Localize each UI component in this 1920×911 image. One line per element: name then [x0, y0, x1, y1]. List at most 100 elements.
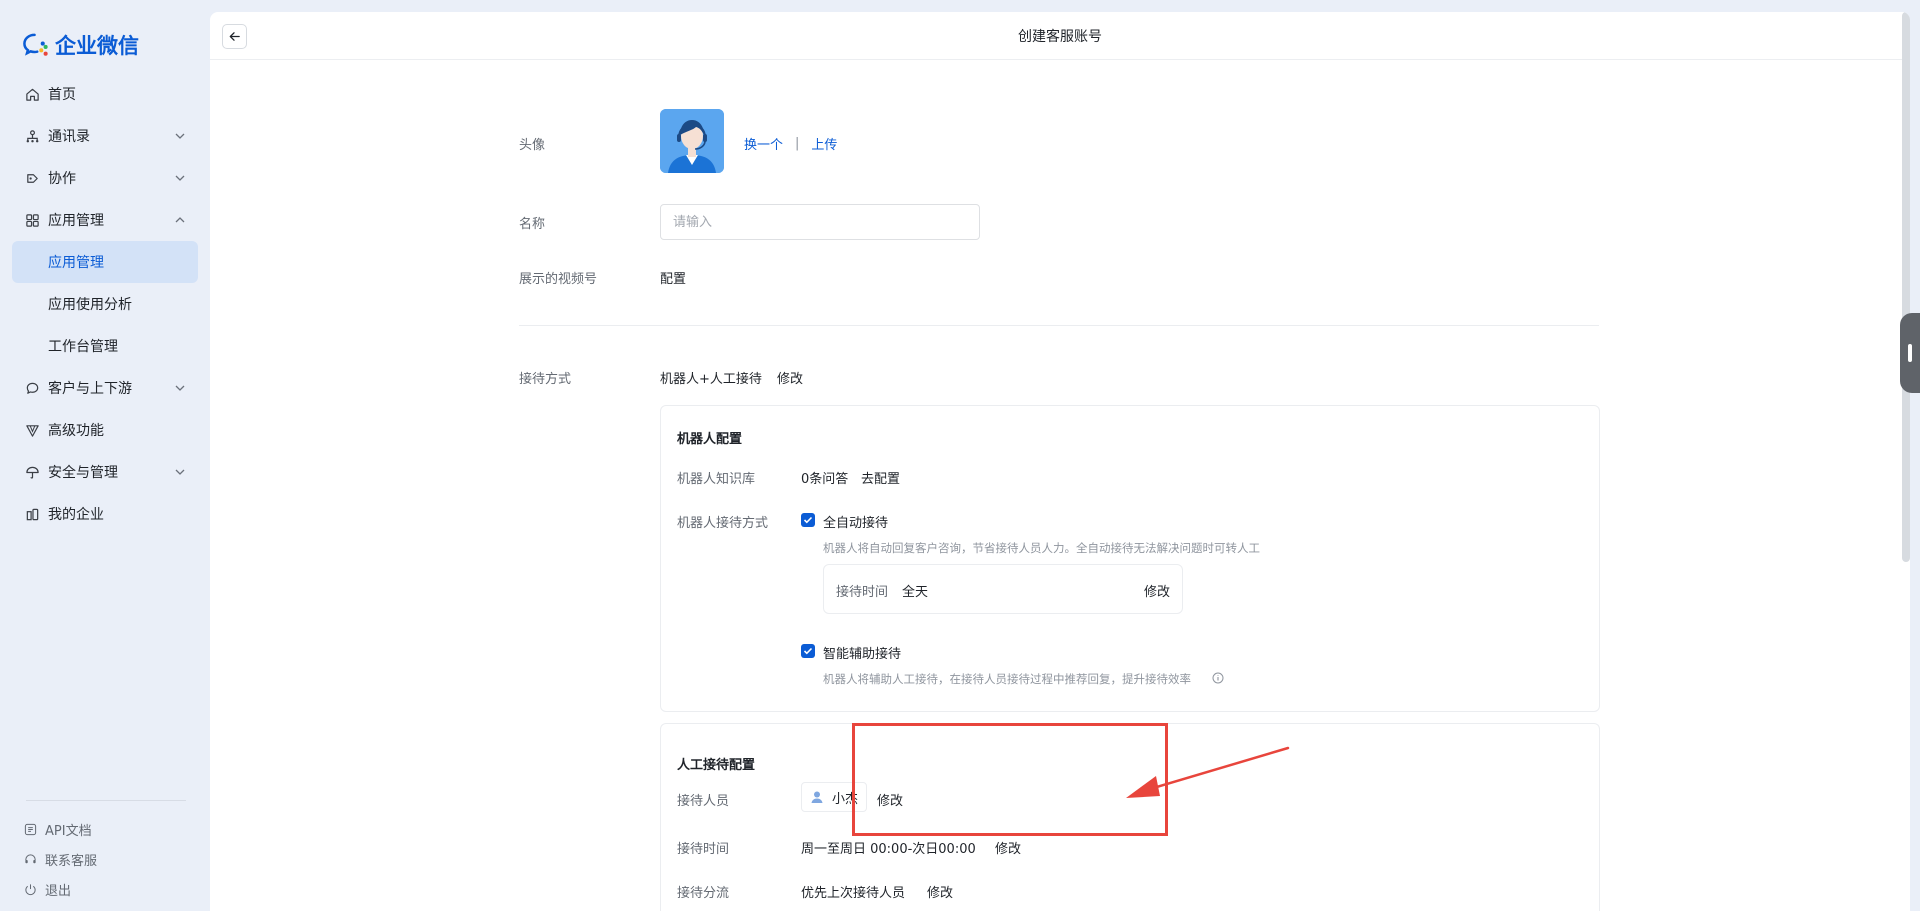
- sidebar-item-customers[interactable]: 客户与上下游: [12, 367, 198, 409]
- sidebar-item-label: 协作: [48, 171, 76, 187]
- app-logo[interactable]: 企业微信: [22, 30, 139, 60]
- smart-assist-label: 智能辅助接待: [823, 647, 902, 662]
- reception-mode-value: 机器人+人工接待: [660, 372, 762, 387]
- sidebar-item-label: 应用使用分析: [48, 297, 132, 313]
- person-icon: [811, 791, 823, 803]
- section-divider: [519, 325, 1599, 326]
- sidebar-item-my-enterprise[interactable]: 我的企业: [12, 493, 198, 535]
- edit-routing-link[interactable]: 修改: [927, 882, 953, 901]
- robot-time-label: 接待时间: [836, 585, 889, 600]
- sidebar: 企业微信 首页 通讯录 协作 应用管理 应用管理 应用使用分析 工作台管理 客户…: [0, 0, 210, 911]
- sidebar-item-label: 工作台管理: [48, 339, 118, 355]
- scrollbar-thumb[interactable]: [1902, 12, 1910, 562]
- sidebar-subitem-workbench-management[interactable]: 工作台管理: [12, 325, 198, 367]
- sidebar-item-app-management[interactable]: 应用管理: [12, 199, 198, 241]
- manual-time-value: 周一至周日 00:00-次日00:00: [801, 842, 976, 857]
- power-icon: [25, 883, 36, 895]
- umbrella-icon: [24, 464, 40, 480]
- configure-kb-link[interactable]: 去配置: [861, 468, 900, 487]
- configure-video-account-link[interactable]: 配置: [660, 268, 686, 287]
- apps-icon: [24, 212, 40, 228]
- routing-value: 优先上次接待人员: [801, 886, 906, 901]
- advanced-icon: [24, 422, 40, 438]
- sidebar-item-label: 应用管理: [48, 255, 104, 271]
- page-title: 创建客服账号: [210, 26, 1910, 46]
- chevron-down-icon: [175, 175, 185, 181]
- chevron-down-icon: [175, 133, 185, 139]
- edit-robot-time-link[interactable]: 修改: [1144, 581, 1170, 600]
- main-panel: 创建客服账号 头像 换一个 | 上传 名称 请输入 展示的视频号 配置 接待方式…: [210, 12, 1910, 911]
- sidebar-item-security[interactable]: 安全与管理: [12, 451, 198, 493]
- footer-item-label: 退出: [45, 883, 72, 899]
- staff-label: 接待人员: [677, 794, 730, 809]
- change-avatar-link[interactable]: 换一个: [744, 134, 783, 153]
- robot-time-box: 接待时间 全天 修改: [823, 564, 1183, 614]
- sidebar-subitem-app-management[interactable]: 应用管理: [12, 241, 198, 283]
- auto-reception-label: 全自动接待: [823, 516, 889, 531]
- footer-item-api-docs[interactable]: API文档: [24, 814, 97, 844]
- robot-kb-value: 0条问答: [801, 472, 849, 487]
- footer-item-label: 联系客服: [45, 853, 98, 869]
- collab-icon: [24, 170, 40, 186]
- sidebar-divider: [26, 800, 186, 801]
- name-label: 名称: [519, 217, 546, 232]
- avatar-actions: 换一个 | 上传: [744, 134, 837, 153]
- upload-avatar-link[interactable]: 上传: [811, 134, 837, 153]
- chevron-up-icon: [175, 217, 185, 223]
- reception-mode-label: 接待方式: [519, 372, 572, 387]
- handle-grip-icon: [1908, 344, 1912, 362]
- sidebar-item-label: 安全与管理: [48, 465, 118, 481]
- scrollbar[interactable]: [1902, 12, 1910, 911]
- robot-mode-label: 机器人接待方式: [677, 516, 769, 531]
- home-icon: [24, 86, 40, 102]
- sidebar-item-contacts[interactable]: 通讯录: [12, 115, 198, 157]
- chevron-down-icon: [175, 469, 185, 475]
- avatar[interactable]: [660, 109, 724, 173]
- customer-service-avatar-icon: [660, 109, 724, 173]
- sidebar-item-label: 高级功能: [48, 423, 104, 439]
- edit-reception-mode-link[interactable]: 修改: [777, 368, 803, 387]
- robot-time-value: 全天: [902, 585, 929, 600]
- sidebar-subitem-app-usage-analysis[interactable]: 应用使用分析: [12, 283, 198, 325]
- video-account-label: 展示的视频号: [519, 272, 598, 287]
- side-drawer-handle[interactable]: [1900, 313, 1920, 393]
- footer-item-logout[interactable]: 退出: [24, 874, 97, 904]
- sidebar-item-label: 应用管理: [48, 213, 104, 229]
- robot-config-title: 机器人配置: [677, 432, 743, 447]
- chevron-down-icon: [175, 385, 185, 391]
- routing-label: 接待分流: [677, 886, 730, 901]
- sidebar-item-collab[interactable]: 协作: [12, 157, 198, 199]
- avatar-label: 头像: [519, 138, 546, 153]
- footer-item-label: API文档: [45, 823, 92, 839]
- robot-kb-label: 机器人知识库: [677, 472, 756, 487]
- app-name: 企业微信: [55, 34, 139, 58]
- sidebar-item-label: 我的企业: [48, 507, 104, 523]
- check-icon: [803, 647, 813, 655]
- name-input[interactable]: [660, 204, 980, 240]
- chat-icon: [24, 380, 40, 396]
- manual-config-title: 人工接待配置: [677, 758, 756, 773]
- auto-reception-hint: 机器人将自动回复客户咨询，节省接待人员人力。全自动接待无法解决问题时可转人工: [823, 541, 1260, 555]
- auto-reception-checkbox[interactable]: [801, 513, 815, 527]
- topbar: 创建客服账号: [210, 12, 1910, 60]
- sidebar-footer: API文档 联系客服 退出: [24, 814, 97, 904]
- sidebar-item-label: 客户与上下游: [48, 381, 132, 397]
- wecom-logo-icon: [23, 33, 48, 56]
- manual-time-label: 接待时间: [677, 842, 730, 857]
- robot-config-card: 机器人配置 机器人知识库 0条问答 去配置 机器人接待方式 全自动接待 机器人将…: [660, 405, 1600, 712]
- footer-item-contact-support[interactable]: 联系客服: [24, 844, 97, 874]
- page-title-text: 创建客服账号: [1018, 29, 1102, 45]
- avatar-action-separator: |: [795, 136, 800, 151]
- sidebar-item-advanced[interactable]: 高级功能: [12, 409, 198, 451]
- building-icon: [24, 506, 40, 522]
- org-icon: [24, 128, 40, 144]
- sidebar-item-label: 通讯录: [48, 129, 90, 145]
- sidebar-item-label: 首页: [48, 87, 76, 103]
- edit-manual-time-link[interactable]: 修改: [995, 838, 1021, 857]
- check-icon: [803, 516, 813, 524]
- smart-assist-checkbox[interactable]: [801, 644, 815, 658]
- sidebar-item-home[interactable]: 首页: [12, 73, 198, 115]
- annotation-arrow-icon: [1126, 746, 1290, 798]
- info-icon[interactable]: [1212, 672, 1224, 684]
- sidebar-nav: 首页 通讯录 协作 应用管理 应用管理 应用使用分析 工作台管理 客户与上下游 …: [12, 73, 198, 535]
